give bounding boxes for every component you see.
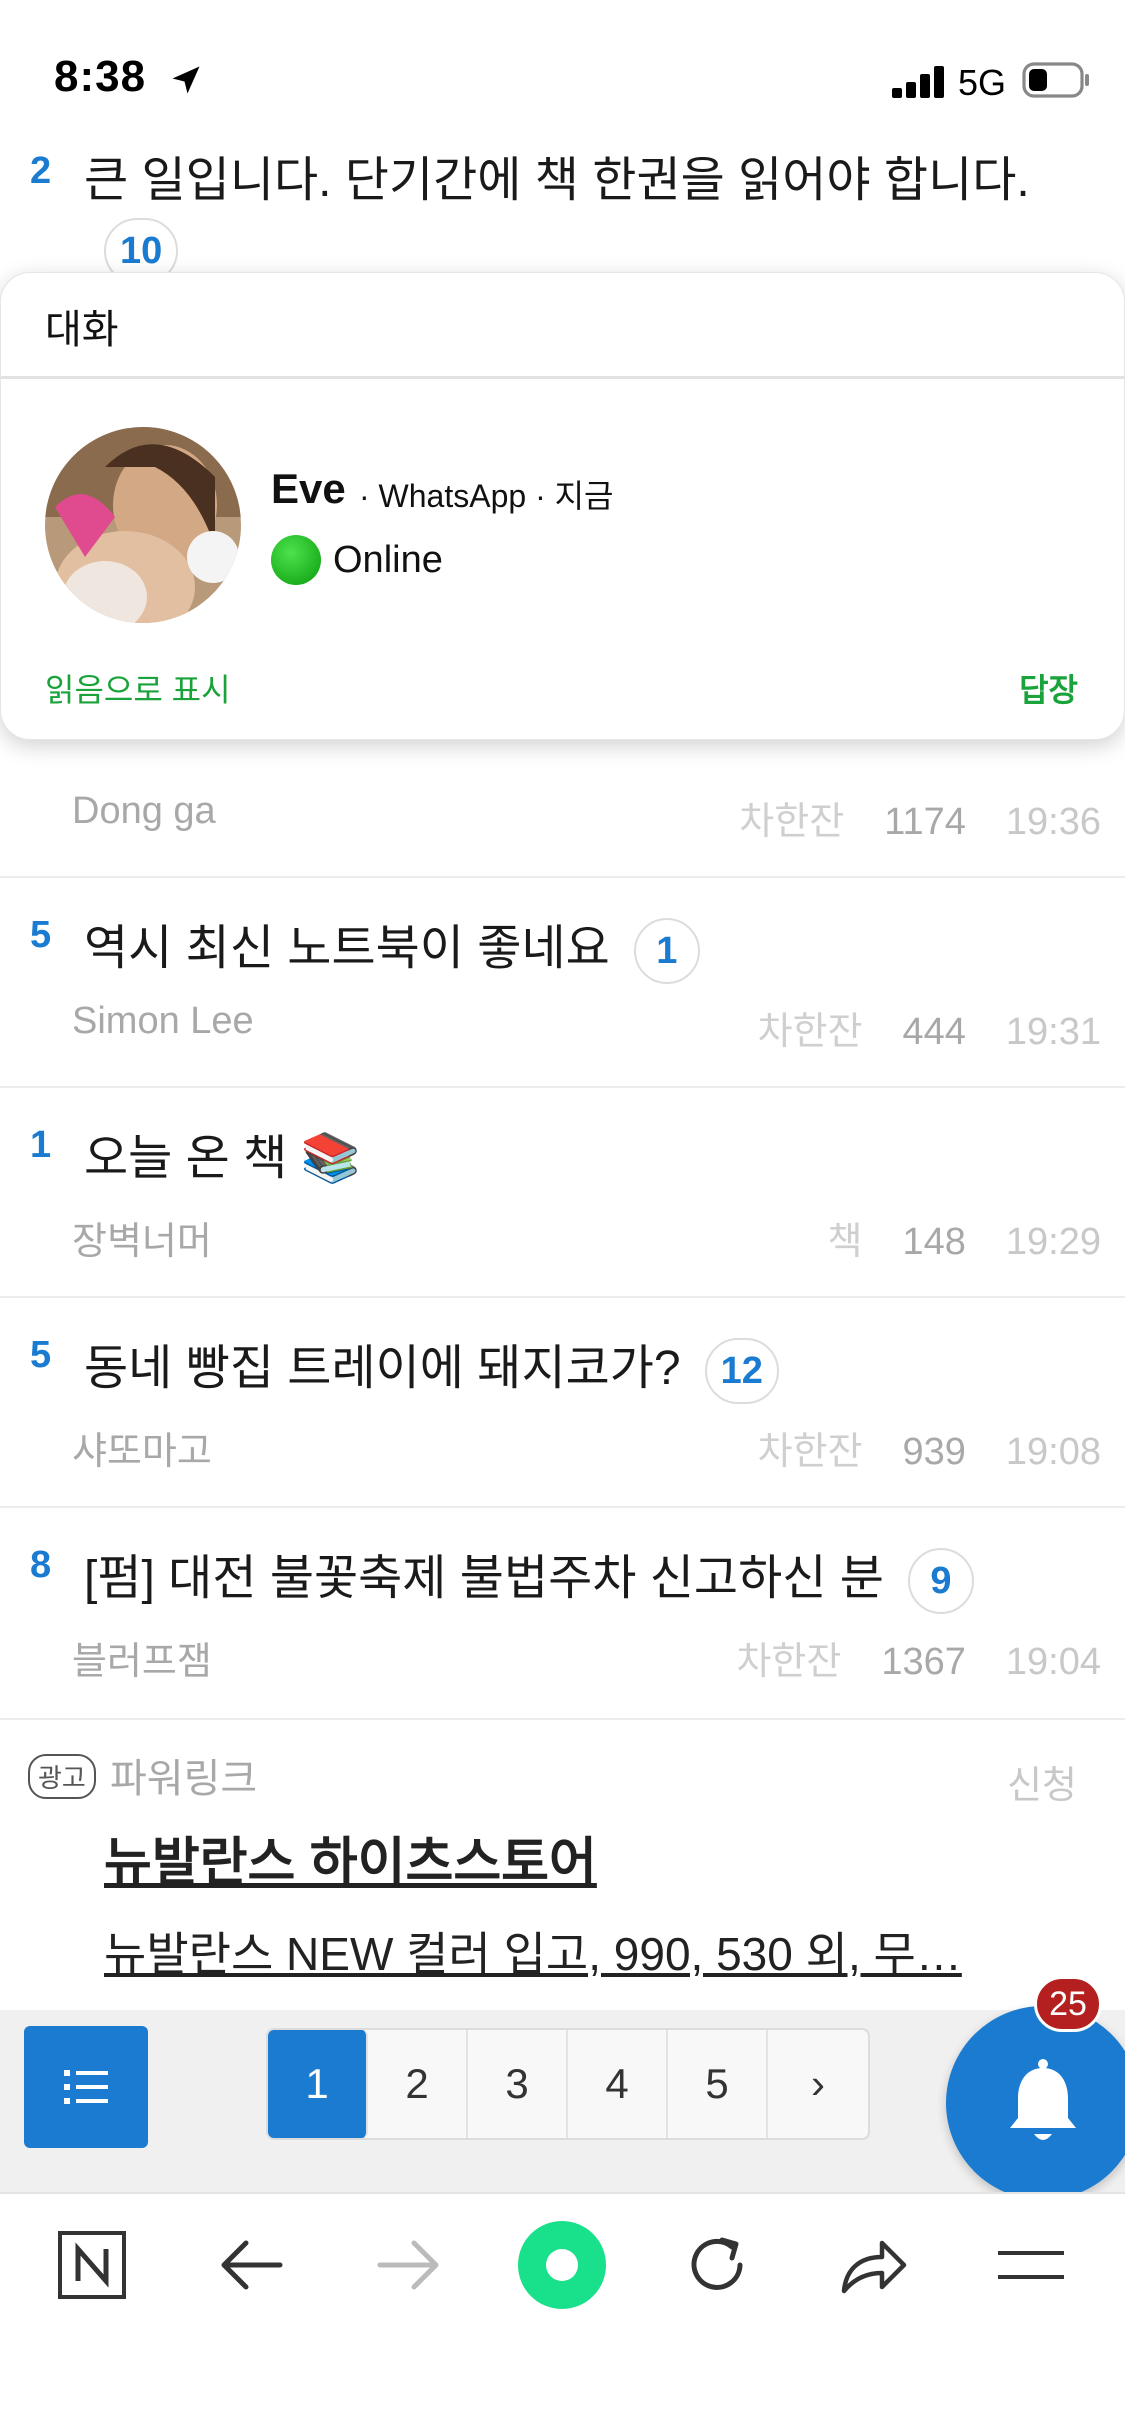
post-views: 1174 <box>884 801 966 843</box>
post-views: 444 <box>902 1011 966 1053</box>
post-author: 장벽너머 <box>72 1221 212 1263</box>
menu-icon[interactable] <box>986 2220 1076 2310</box>
online-status-icon <box>271 535 321 585</box>
post-category: 차한잔 <box>736 1641 842 1683</box>
post-category: 책 <box>827 1221 863 1263</box>
post-title-text: 동네 빵집 트레이에 돼지코가? <box>84 1342 681 1395</box>
page-button-1[interactable]: 1 <box>268 2030 368 2138</box>
list-item[interactable]: 2 큰 일입니다. 단기간에 책 한권을 읽어야 합니다. 10 <box>0 140 1125 284</box>
battery-icon <box>1022 62 1089 98</box>
page-button-3[interactable]: 3 <box>468 2030 568 2138</box>
list-item[interactable]: 1 오늘 온 책 📚 장벽너머 책 148 19:29 <box>0 1088 1125 1298</box>
post-title: 오늘 온 책 📚 <box>84 1132 361 1185</box>
page-button-4[interactable]: 4 <box>568 2030 668 2138</box>
post-category: 차한잔 <box>739 801 845 843</box>
network-type: 5G <box>958 62 1007 103</box>
forward-arrow-icon[interactable] <box>364 2220 454 2310</box>
bell-icon <box>1010 2059 1076 2140</box>
post-title: [펌] 대전 불꽃축제 불법주차 신고하신 분 9 <box>84 1538 974 1615</box>
post-time: 19:04 <box>1005 1641 1101 1683</box>
list-item[interactable]: 5 역시 최신 노트북이 좋네요 1 Simon Lee 차한잔 444 19:31 <box>0 878 1125 1088</box>
post-rank: 2 <box>30 150 52 192</box>
post-title: 큰 일입니다. 단기간에 책 한권을 읽어야 합니다. <box>84 140 1030 210</box>
post-title: 역시 최신 노트북이 좋네요 1 <box>84 908 700 985</box>
post-title-text: [펌] 대전 불꽃축제 불법주차 신고하신 분 <box>84 1552 884 1605</box>
ad-badge: 광고 <box>28 1754 96 1799</box>
ad-description-link[interactable]: 뉴발란스 NEW 컬러 입고, 990, 530 외, 무… <box>104 1918 962 1984</box>
post-time: 19:29 <box>1005 1221 1101 1263</box>
page-button-2[interactable]: 2 <box>368 2030 468 2138</box>
comment-count-badge: 12 <box>704 1338 779 1405</box>
post-rank: 1 <box>30 1124 52 1166</box>
post-views: 939 <box>902 1431 966 1473</box>
post-meta: 차한잔 939 19:08 <box>758 1420 1101 1475</box>
post-category: 차한잔 <box>757 1431 863 1473</box>
list-icon <box>64 2070 108 2104</box>
list-item[interactable]: 8 [펌] 대전 불꽃축제 불법주차 신고하신 분 9 블러프잼 차한잔 1367 1… <box>0 1508 1125 1720</box>
status-bar: 8:38 5G <box>0 0 1125 140</box>
reload-icon[interactable] <box>672 2220 762 2310</box>
mark-read-button[interactable]: 읽음으로 표시 <box>45 665 231 711</box>
notification-count-badge: 25 <box>1034 1976 1102 2032</box>
online-status: Online <box>333 539 443 581</box>
post-title-text: 역시 최신 노트북이 좋네요 <box>84 922 610 975</box>
ad-block[interactable]: 광고 파워링크 신청 뉴발란스 하이츠스토어 뉴발란스 NEW 컬러 입고, 9… <box>0 1720 1125 2010</box>
post-category: 차한잔 <box>757 1011 863 1053</box>
post-meta: 차한잔 1174 19:36 <box>739 790 1101 845</box>
post-views: 1367 <box>881 1641 966 1683</box>
post-time: 19:08 <box>1005 1431 1101 1473</box>
next-page-button[interactable]: › <box>768 2030 868 2138</box>
status-time: 8:38 <box>54 52 147 101</box>
list-view-button[interactable] <box>24 2026 148 2148</box>
share-icon[interactable] <box>828 2220 918 2310</box>
page-button-5[interactable]: 5 <box>668 2030 768 2138</box>
page-buttons: 1 2 3 4 5 › <box>266 2028 870 2140</box>
home-circle-icon[interactable] <box>517 2220 607 2310</box>
ad-label: 파워링크 <box>110 1757 258 1801</box>
reply-button[interactable]: 답장 <box>1019 665 1078 711</box>
browser-toolbar <box>0 2192 1125 2436</box>
comment-count-badge: 1 <box>633 918 700 985</box>
avatar <box>45 427 241 623</box>
post-meta: 차한잔 1367 19:04 <box>736 1630 1101 1685</box>
post-views: 148 <box>902 1221 966 1263</box>
notification-banner[interactable]: 대화 Eve · WhatsApp · 지금 Online 읽음으로 표시 답장 <box>0 272 1125 740</box>
ad-title-link[interactable]: 뉴발란스 하이츠스토어 <box>104 1820 597 1895</box>
post-author: Simon Lee <box>72 1000 254 1042</box>
post-rank: 5 <box>30 914 52 956</box>
notification-header: 대화 <box>1 273 1124 379</box>
post-rank: 8 <box>30 1544 52 1586</box>
contact-name: Eve <box>271 465 346 512</box>
signal-icon <box>892 66 944 98</box>
post-author: Dong ga <box>72 790 216 832</box>
back-arrow-icon[interactable] <box>206 2220 296 2310</box>
post-meta: 책 148 19:29 <box>828 1210 1101 1265</box>
post-rank: 5 <box>30 1334 52 1376</box>
naver-n-icon[interactable] <box>47 2220 137 2310</box>
list-item[interactable]: 5 동네 빵집 트레이에 돼지코가? 12 샤또마고 차한잔 939 19:08 <box>0 1298 1125 1508</box>
location-arrow-icon <box>172 66 200 94</box>
post-title: 동네 빵집 트레이에 돼지코가? 12 <box>84 1328 779 1405</box>
notification-source: · WhatsApp · 지금 <box>359 478 614 514</box>
ad-apply-link[interactable]: 신청 <box>1007 1754 1077 1809</box>
post-time: 19:36 <box>1005 801 1101 843</box>
comment-count-badge: 9 <box>907 1548 974 1615</box>
post-meta: 차한잔 444 19:31 <box>758 1000 1101 1055</box>
list-item[interactable]: Dong ga 차한잔 1174 19:36 <box>0 740 1125 878</box>
post-author: 블러프잼 <box>72 1641 212 1683</box>
post-time: 19:31 <box>1005 1011 1101 1053</box>
post-title-text: 큰 일입니다. 단기간에 책 한권을 읽어야 합니다. <box>84 154 1030 207</box>
notification-bell-button[interactable] <box>946 2006 1125 2200</box>
post-author: 샤또마고 <box>72 1431 212 1473</box>
